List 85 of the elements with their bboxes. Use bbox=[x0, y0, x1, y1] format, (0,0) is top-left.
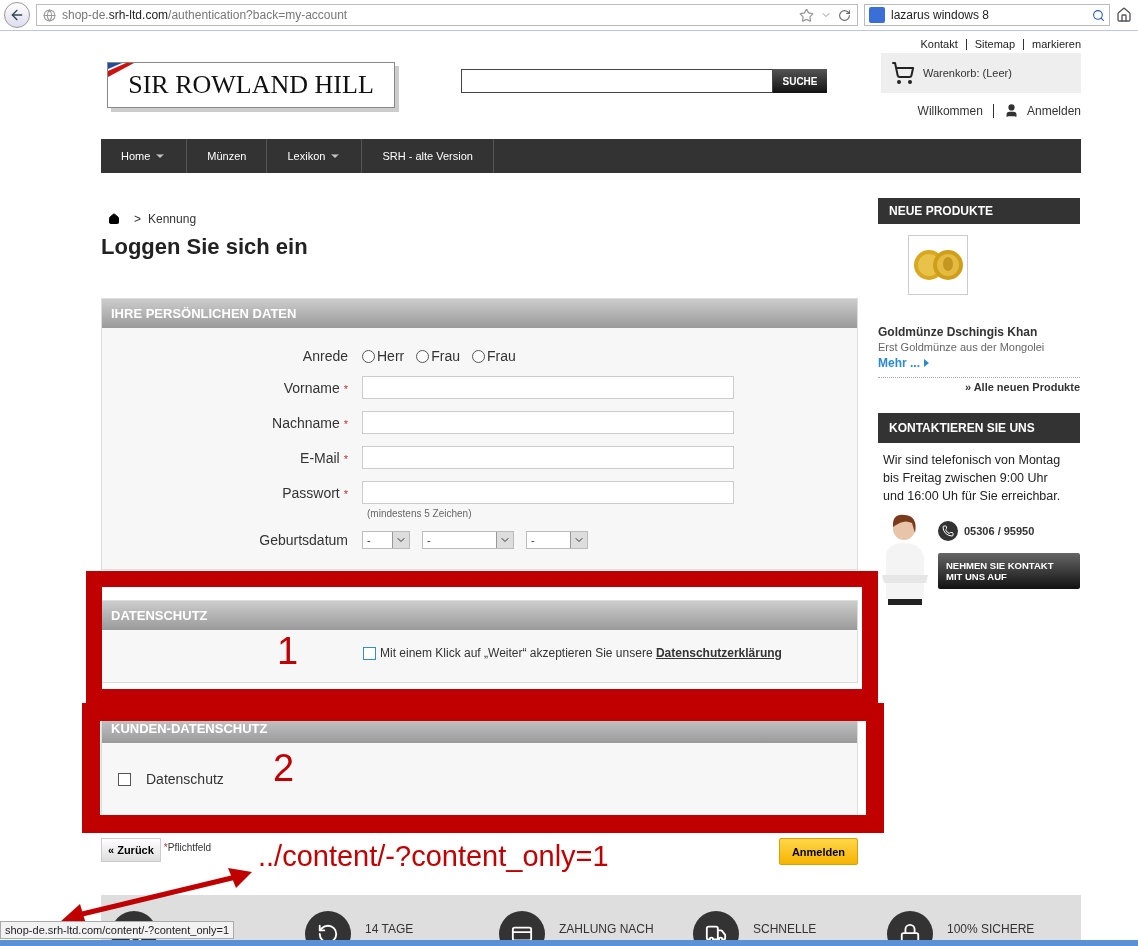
url-text: shop-de.srh-ltd.com/authentication?back=my-account bbox=[62, 8, 349, 22]
login-button[interactable]: Anmelden bbox=[779, 838, 858, 865]
required-mark: * bbox=[343, 452, 348, 465]
feature-text: 100% SICHERE bbox=[947, 921, 1035, 938]
required-mark: * bbox=[343, 417, 348, 430]
triangle-icon bbox=[924, 359, 929, 367]
annotation-text: ../content/-?content_only=1 bbox=[258, 842, 609, 871]
field-label: E-Mail * bbox=[300, 449, 348, 466]
field-label: Passwort * bbox=[282, 484, 348, 501]
status-url: shop-de.srh-ltd.com/content/-?content_only=1 bbox=[0, 921, 235, 939]
page-title: Loggen Sie sich ein bbox=[101, 234, 309, 260]
home-icon[interactable] bbox=[1116, 7, 1132, 23]
search-query: lazarus windows 8 bbox=[891, 8, 991, 22]
required-mark: * bbox=[343, 487, 348, 500]
radio-label: Frau bbox=[431, 348, 461, 364]
phone-number: 05306 / 95950 bbox=[964, 525, 1035, 537]
contact-text: Wir sind telefonisch von Montag bis Freitag zwischen 9:00 Uhr und 16:00 Uh für Sie erreichbar. bbox=[882, 452, 1062, 505]
annotation-number: 2 bbox=[273, 749, 295, 787]
product-description: Erst Goldmünze aus der Mongolei bbox=[878, 341, 1046, 353]
user-icon bbox=[1003, 103, 1019, 118]
login-link[interactable]: Anmelden bbox=[1026, 103, 1081, 118]
radio-button[interactable] bbox=[472, 349, 486, 363]
contact-button[interactable]: NEHMEN SIE KONTAKT MIT UNS AUF bbox=[938, 553, 1080, 589]
checkbox[interactable] bbox=[363, 646, 376, 660]
field-label: Nachname * bbox=[272, 414, 348, 431]
nav-item[interactable]: Münzen bbox=[187, 139, 268, 173]
annotation-number: 1 bbox=[277, 632, 299, 670]
search-input[interactable] bbox=[461, 69, 773, 93]
phone-icon bbox=[942, 525, 954, 537]
search-button[interactable]: SUCHE bbox=[773, 69, 827, 93]
flag-corner-icon bbox=[108, 63, 134, 77]
radio-label: Frau bbox=[487, 348, 516, 364]
reload-icon[interactable] bbox=[838, 8, 851, 22]
date-select[interactable]: - bbox=[526, 531, 588, 549]
radio-label: Herr bbox=[377, 348, 405, 364]
date-select[interactable]: - bbox=[422, 531, 514, 549]
all-products-link[interactable]: » Alle neuen Produkte bbox=[878, 377, 1080, 393]
breadcrumb-item: Kennung bbox=[148, 212, 197, 226]
search-engine-icon bbox=[869, 7, 885, 23]
header-link[interactable]: Kontakt bbox=[912, 39, 966, 50]
back-button[interactable] bbox=[4, 2, 30, 28]
sidebar-heading: KONTAKTIEREN SIE UNS bbox=[878, 413, 1080, 443]
breadcrumb-separator: > bbox=[134, 212, 141, 226]
search-icon[interactable] bbox=[1092, 8, 1105, 22]
logo-text: SIR ROWLAND HILL bbox=[128, 70, 374, 100]
input-field[interactable] bbox=[362, 446, 734, 469]
globe-icon bbox=[43, 8, 56, 22]
nav-item[interactable]: Home bbox=[101, 139, 188, 173]
feature-text: ZAHLUNG NACH bbox=[559, 921, 654, 938]
privacy-link[interactable]: Datenschutzerklärung bbox=[655, 646, 782, 660]
nav-item[interactable]: Lexikon bbox=[267, 139, 363, 173]
bookmark-star-icon[interactable] bbox=[799, 7, 814, 23]
checkbox[interactable] bbox=[118, 772, 131, 786]
more-link[interactable]: Mehr ... bbox=[878, 356, 929, 370]
feature-text: 14 TAGE bbox=[365, 921, 414, 938]
required-note: *Pflichtfeld bbox=[163, 842, 212, 853]
input-field[interactable] bbox=[362, 481, 734, 504]
radio-button[interactable] bbox=[362, 349, 375, 363]
search-field[interactable]: lazarus windows 8 bbox=[864, 4, 1110, 26]
radio-button[interactable] bbox=[416, 349, 430, 363]
nav-item[interactable]: SRH - alte Version bbox=[362, 139, 494, 173]
field-label: Anrede bbox=[302, 348, 348, 364]
section-heading: DATENSCHUTZ bbox=[102, 601, 857, 630]
password-hint: (mindestens 5 Zeichen) bbox=[366, 508, 473, 519]
required-mark: * bbox=[343, 382, 348, 395]
sidebar-heading: NEUE PRODUKTE bbox=[878, 198, 1080, 224]
field-label: Vorname * bbox=[283, 379, 348, 396]
header-link[interactable]: Sitemap bbox=[965, 39, 1024, 50]
product-name[interactable]: Goldmünze Dschingis Khan bbox=[878, 325, 1080, 339]
home-icon[interactable] bbox=[108, 213, 120, 225]
section-heading: IHRE PERSÖNLICHEN DATEN bbox=[102, 299, 857, 328]
input-field[interactable] bbox=[362, 411, 734, 434]
address-field[interactable]: shop-de.srh-ltd.com/authentication?back=my-account bbox=[36, 4, 858, 26]
checkbox-label: Datenschutz bbox=[146, 771, 224, 787]
cart-box[interactable]: Warenkorb: (Leer) bbox=[881, 53, 1081, 93]
welcome-text: Willkommen bbox=[917, 103, 994, 118]
back-link-button[interactable]: « Zurück bbox=[101, 838, 161, 862]
date-select[interactable]: - bbox=[362, 531, 410, 549]
consent-text: Mit einem Klick auf „Weiter“ akzeptieren Sie unsere Datenschutzerklärung bbox=[380, 646, 782, 660]
feature-text: SCHNELLE bbox=[753, 921, 817, 938]
field-label: Geburtsdatum bbox=[259, 532, 348, 548]
cart-label: Warenkorb: (Leer) bbox=[923, 67, 1012, 79]
input-field[interactable] bbox=[362, 376, 734, 399]
header-link[interactable]: markieren bbox=[1023, 39, 1081, 50]
cart-icon bbox=[891, 61, 915, 85]
